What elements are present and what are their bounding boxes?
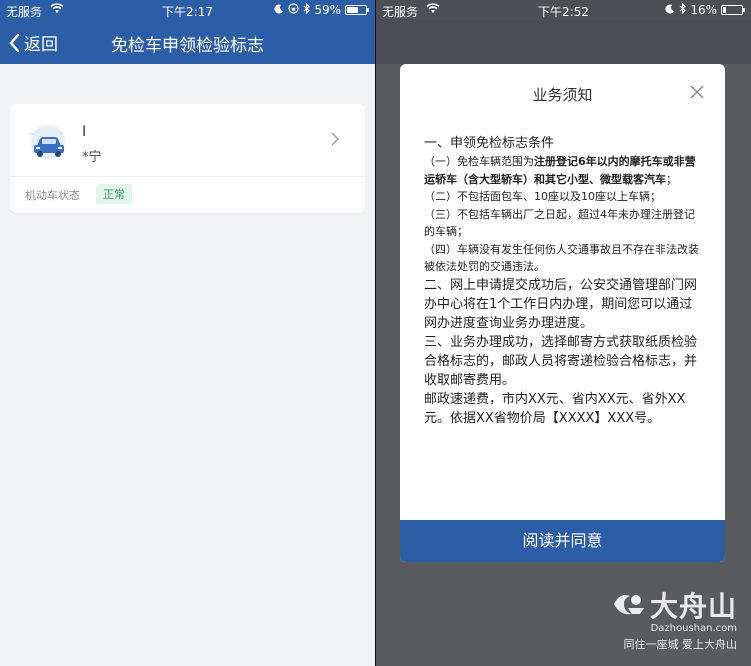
close-icon[interactable] <box>689 84 705 104</box>
notice-item-3: （三）不包括车辆出厂之日起，超过4年未办理注册登记的车辆； <box>424 207 695 239</box>
notice-modal: 业务须知 一、申领免检标志条件 （一）免检车辆范围为注册登记6年以内的摩托车或非… <box>400 64 725 562</box>
watermark-logo-icon <box>610 588 646 622</box>
notice-item-4: （四）车辆没有发生任何伤人交通事故且不存在非法改装被依法处罚的交通违法。 <box>424 242 699 274</box>
moon-icon <box>665 3 675 17</box>
bluetooth-icon <box>679 2 687 17</box>
status-bar: 无服务 下午2:52 16% <box>376 0 751 20</box>
vehicle-status-label: 机动车状态 <box>25 189 80 202</box>
notice-heading-1: 一、申领免检标志条件 <box>424 136 555 151</box>
modal-title: 业务须知 <box>532 86 593 104</box>
page-title: 免检车申领检验标志 <box>111 36 264 56</box>
notice-heading-3: 三、业务办理成功，选择邮寄方式获取纸质检验合格标志的，邮政人员将寄递检验合格标志… <box>424 334 698 388</box>
card-divider <box>10 176 365 177</box>
watermark-domain: Dazhoushan.com <box>650 623 737 634</box>
plate-number: I <box>82 124 87 140</box>
car-icon <box>24 122 72 162</box>
battery-icon <box>721 5 745 15</box>
moon-icon <box>274 3 284 17</box>
left-top-bar: 无服务 下午2:17 59% 返回 免检车申领检验标志 <box>0 0 375 64</box>
battery-fill <box>723 7 726 13</box>
postal-fee-note: 邮政速递费，市内XX元、省内XX元、省外XX元。依据XX省物价局【XXXX】XX… <box>424 391 686 426</box>
modal-content: 一、申领免检标志条件 （一）免检车辆范围为注册登记6年以内的摩托车或非营运轿车（… <box>424 134 704 428</box>
bluetooth-icon <box>303 2 311 17</box>
status-badge: 正常 <box>96 184 132 204</box>
chevron-right-icon[interactable] <box>331 131 339 150</box>
watermark: 大舟山 Dazhoushan.com 同住一座城 爱上大舟山 <box>610 585 737 652</box>
notice-item-1: （一）免检车辆范围为注册登记6年以内的摩托车或非营运轿车（含大型轿车）和其它小型… <box>424 155 696 186</box>
rotation-lock-icon <box>288 3 299 17</box>
left-screen: 无服务 下午2:17 59% 返回 免检车申领检验标志 I *宁 机动车状态 正… <box>0 0 375 666</box>
battery-percent: 16% <box>690 3 717 17</box>
watermark-name: 大舟山 <box>649 590 737 623</box>
notice-heading-2: 二、网上申请提交成功后，公安交通管理部门网办中心将在1个工作日内办理，期间您可以… <box>424 277 698 331</box>
status-bar: 无服务 下午2:17 59% <box>0 0 375 20</box>
agree-button[interactable]: 阅读并同意 <box>400 520 725 562</box>
notice-item-2: （二）不包括面包车、10座以及10座以上车辆； <box>424 190 661 203</box>
watermark-slogan: 同住一座城 爱上大舟山 <box>623 638 738 651</box>
battery-icon <box>345 5 369 15</box>
vehicle-card[interactable]: I *宁 机动车状态 正常 <box>10 104 365 213</box>
battery-percent: 59% <box>314 3 341 17</box>
battery-fill <box>347 7 358 13</box>
right-screen: 无服务 下午2:52 16% 业务须知 一、申领免检标志条件 （一）免检车辆范围… <box>376 0 751 666</box>
plate-region: *宁 <box>82 150 102 165</box>
dimmed-nav-bar <box>376 20 751 64</box>
